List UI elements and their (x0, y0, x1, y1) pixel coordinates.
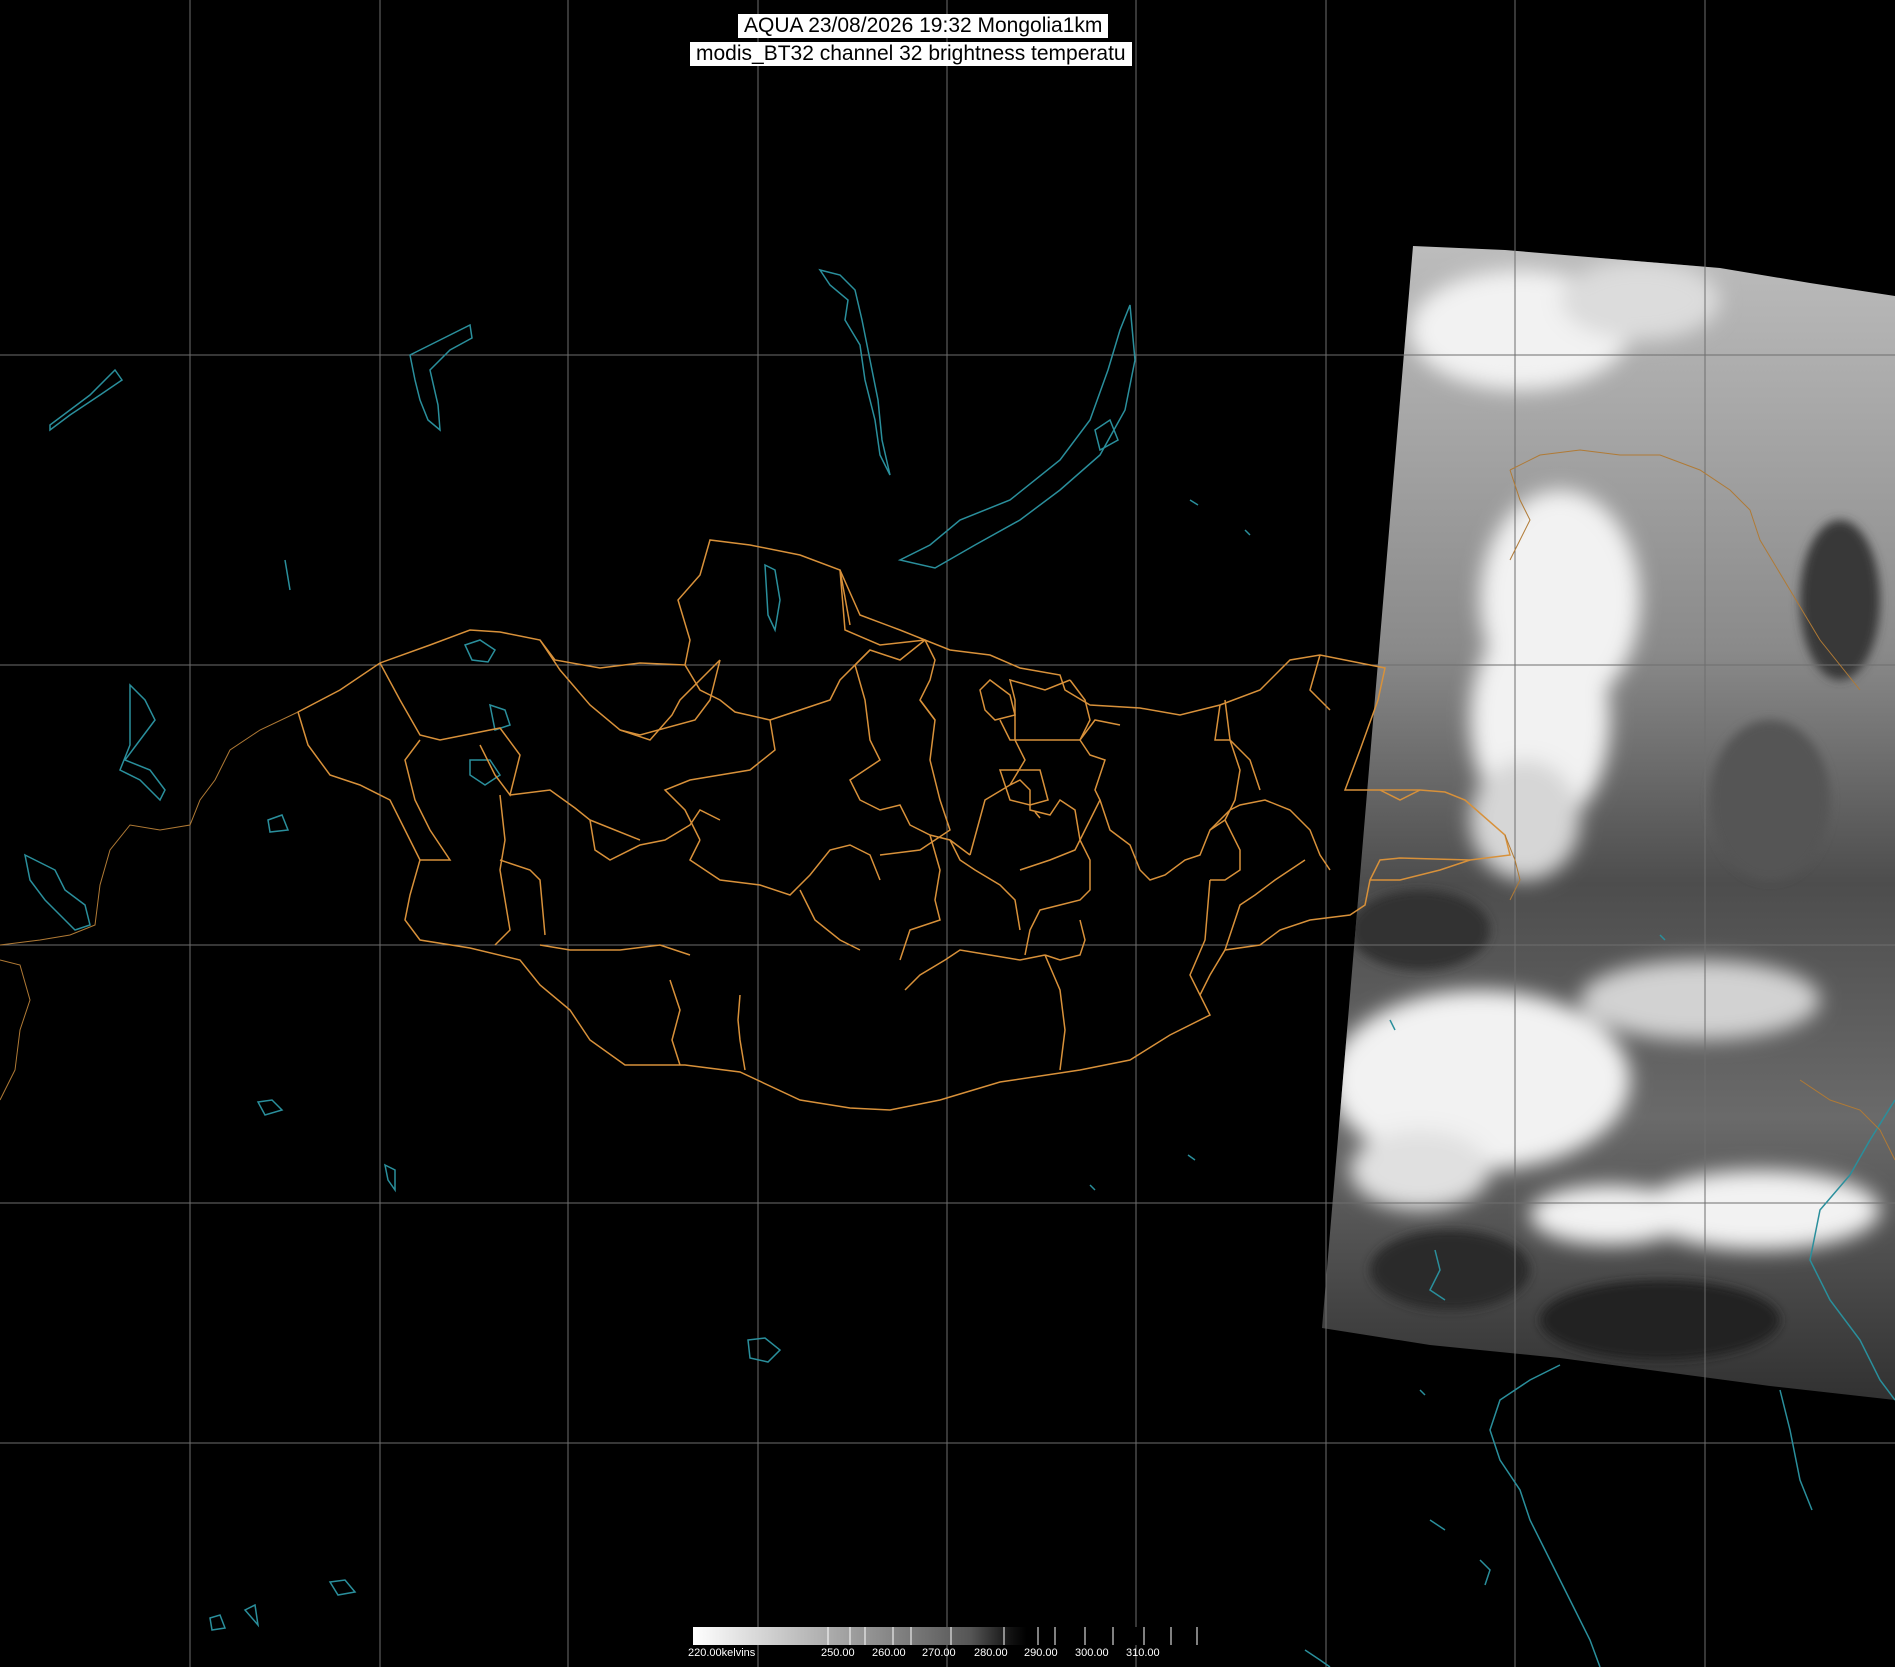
colorbar-label-270: 270.00 (922, 1647, 956, 1659)
admin-borders (297, 539, 1511, 1111)
mongolia-border (297, 539, 1511, 1111)
title-line-2: modis_BT32 channel 32 brightness tempera… (690, 42, 1132, 66)
title-line-1: AQUA 23/08/2026 19:32 Mongolia1km (738, 14, 1109, 38)
colorbar-label-260: 260.00 (872, 1647, 906, 1659)
colorbar-label-300: 300.00 (1075, 1647, 1109, 1659)
colorbar-label-290: 290.00 (1024, 1647, 1058, 1659)
satellite-swath (1322, 246, 1895, 1400)
colorbar-label-280: 280.00 (974, 1647, 1008, 1659)
lake-baikal (897, 304, 1136, 569)
colorbar (693, 1627, 1198, 1645)
colorbar-label-310: 310.00 (1126, 1647, 1160, 1659)
colorbar-label-220: 220.00kelvins (688, 1647, 756, 1659)
colorbar-label-250: 250.00 (821, 1647, 855, 1659)
satellite-map (0, 0, 1895, 1667)
